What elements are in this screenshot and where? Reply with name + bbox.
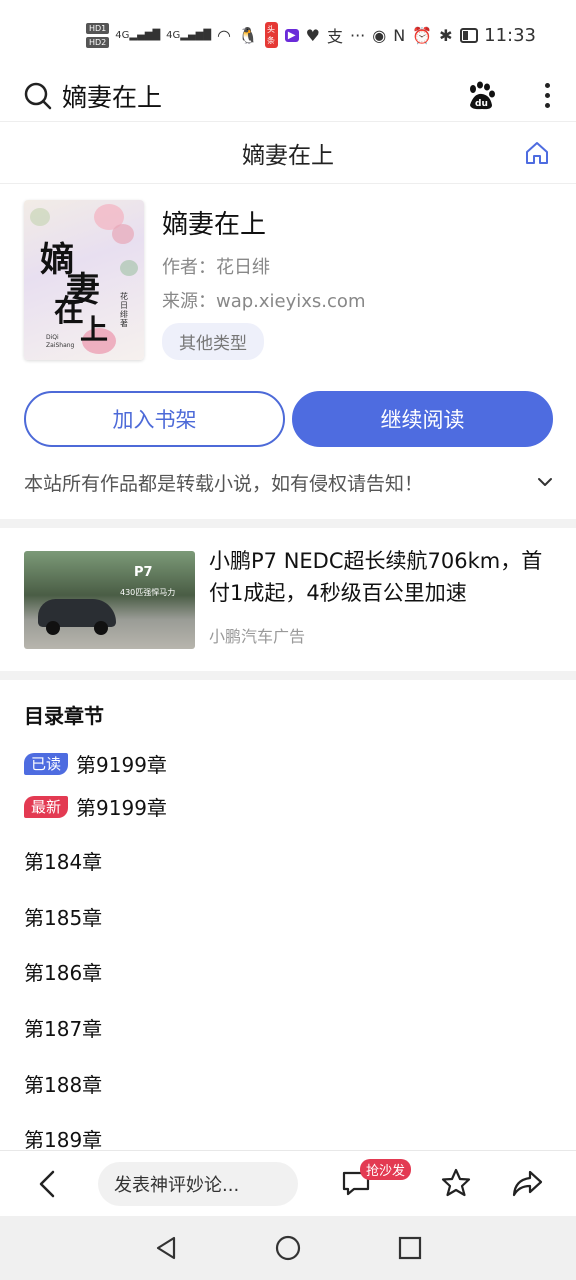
ad-info: 小鹏P7 NEDC超长续航706km，首付1成起，4秒级百公里加速 小鹏汽车广告 [209, 538, 554, 662]
search-icon[interactable] [24, 82, 52, 110]
video-app-icon: ▶ [284, 28, 299, 42]
chapter-item[interactable]: 第184章 [24, 846, 102, 875]
ad-image[interactable]: P7 430匹强悍马力 [24, 551, 195, 649]
latest-chapter[interactable]: 最新 第9199章 [24, 792, 167, 821]
notice-text: 本站所有作品都是转载小说，如有侵权请告知！ [24, 472, 424, 495]
alipay-icon: 支 [326, 27, 343, 46]
book-source: 来源：wap.xieyixs.com [162, 291, 366, 312]
nfc-icon: N [393, 25, 406, 45]
book-cover[interactable]: 嫡 妻 在 上 DiQi ZaiShang 花日绯著 [24, 200, 144, 360]
qq-icon: 🐧 [238, 25, 258, 45]
ad-title[interactable]: 小鹏P7 NEDC超长续航706km，首付1成起，4秒级百公里加速 [209, 545, 554, 609]
chapter-item[interactable]: 第185章 [24, 902, 102, 931]
continue-reading-button[interactable]: 继续阅读 [292, 391, 553, 447]
home-icon[interactable] [524, 140, 550, 166]
eye-icon: ◉ [372, 25, 387, 45]
hd1-label: HD1 [86, 22, 110, 34]
alarm-icon: ⏰ [412, 25, 433, 45]
ad-source: 小鹏汽车广告 [209, 627, 306, 646]
page-title: 嫡妻在上 [242, 142, 334, 169]
read-badge: 已读 [24, 752, 69, 775]
chapter-item[interactable]: 第186章 [24, 957, 102, 986]
sofa-badge: 抢沙发 [360, 1159, 412, 1180]
signal-2-icon: 4G▂▄▆█ [166, 29, 212, 41]
status-bar: HD1 HD2 4G▂▄▆█ 4G▂▄▆█ ◠ 🐧 头条 ▶ ♥ 支 ··· ◉… [0, 0, 576, 70]
nav-home-icon[interactable] [274, 1234, 302, 1262]
toutiao-icon: 头条 [264, 22, 278, 48]
bluetooth-icon: ✱ [439, 25, 453, 45]
chapter-item[interactable]: 第189章 [24, 1124, 102, 1153]
comment-input[interactable]: 发表神评妙论... [98, 1161, 298, 1206]
clock: 11:33 [484, 24, 536, 46]
last-read-chapter[interactable]: 已读 第9199章 [24, 749, 167, 778]
book-category-tag[interactable]: 其他类型 [162, 323, 264, 360]
book-author: 作者：花日绯 [162, 257, 270, 278]
book-info: 嫡 妻 在 上 DiQi ZaiShang 花日绯著 嫡妻在上 作者：花日绯 来… [24, 200, 554, 365]
copyright-notice[interactable]: 本站所有作品都是转载小说，如有侵权请告知！ [24, 466, 554, 498]
cover-pinyin: DiQi ZaiShang [46, 334, 75, 349]
more-notifications-icon: ··· [349, 25, 366, 45]
battery-icon [459, 27, 479, 43]
book-title: 嫡妻在上 [162, 210, 267, 240]
search-bar[interactable]: 嫡妻在上 du [0, 70, 576, 122]
section-divider [0, 519, 576, 528]
back-arrow-icon[interactable] [36, 1169, 58, 1199]
chapter-title[interactable]: 第9199章 [76, 749, 167, 778]
page-header: 嫡妻在上 [0, 122, 576, 184]
add-to-shelf-button[interactable]: 加入书架 [24, 391, 285, 447]
book-actions: 加入书架 继续阅读 [24, 391, 553, 447]
search-query[interactable]: 嫡妻在上 [62, 78, 466, 114]
favorite-star-icon[interactable] [440, 1167, 472, 1199]
signal-1-icon: 4G▂▄▆█ [115, 29, 161, 41]
nav-back-icon[interactable] [152, 1234, 180, 1262]
wifi-icon: ◠ [217, 25, 232, 45]
share-icon[interactable] [510, 1167, 544, 1199]
ad-card[interactable]: P7 430匹强悍马力 小鹏P7 NEDC超长续航706km，首付1成起，4秒级… [24, 538, 554, 662]
ad-image-slogan: 430匹强悍马力 [120, 588, 176, 597]
chapter-item[interactable]: 第188章 [24, 1069, 102, 1098]
nav-recents-icon[interactable] [396, 1234, 424, 1262]
bottom-action-bar: 发表神评妙论... 抢沙发 [0, 1150, 576, 1216]
book-meta: 嫡妻在上 作者：花日绯 来源：wap.xieyixs.com 其他类型 [162, 200, 554, 365]
section-divider [0, 671, 576, 680]
cover-title-char-4: 上 [80, 313, 109, 346]
svg-text:du: du [475, 99, 488, 109]
health-icon: ♥ [305, 25, 320, 45]
cover-author: 花日绯著 [120, 292, 128, 328]
hd2-label: HD2 [86, 36, 110, 48]
new-badge: 最新 [24, 795, 69, 818]
chapter-item[interactable]: 第187章 [24, 1013, 102, 1042]
baidu-paw-icon[interactable]: du [466, 81, 496, 111]
system-nav-bar [0, 1216, 576, 1280]
chapter-title[interactable]: 第9199章 [76, 792, 167, 821]
ad-image-brand: P7 [134, 565, 153, 580]
toc-heading: 目录章节 [24, 704, 104, 728]
more-menu-icon[interactable] [542, 83, 552, 108]
chevron-down-icon[interactable] [536, 473, 554, 491]
hd-indicator: HD1 HD2 [86, 22, 110, 48]
